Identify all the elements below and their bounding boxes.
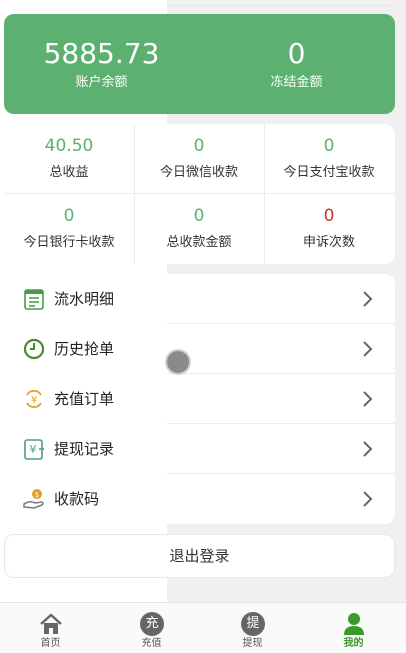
svg-text:¥: ¥ xyxy=(30,443,37,456)
menu-list: 流水明细 历史抢单 ¥ 充值订单 ¥ 提现记录 $ 收款码 xyxy=(4,274,395,524)
stat-label: 今日银行卡收款 xyxy=(23,235,115,250)
withdraw-record-icon: ¥ xyxy=(24,439,44,460)
stat-total-received: 0 总收款金额 xyxy=(134,194,264,264)
stat-label: 总收益 xyxy=(49,165,89,180)
stats-grid: 40.50 总收益 0 今日微信收款 0 今日支付宝收款 0 今日银行卡收款 0… xyxy=(4,124,395,264)
account-balance[interactable]: 5885.73 账户余额 xyxy=(4,36,199,92)
stat-value: 0 xyxy=(323,136,335,156)
top-divider xyxy=(167,5,395,6)
tab-label: 首页 xyxy=(40,638,61,649)
yuan-cycle-icon: ¥ xyxy=(26,389,42,409)
logout-button[interactable]: 退出登录 xyxy=(4,534,395,578)
balance-card: 5885.73 账户余额 0 冻结金额 xyxy=(4,14,395,114)
tab-home[interactable]: 首页 xyxy=(0,603,101,653)
chevron-right-icon xyxy=(363,391,373,407)
stat-value: 0 xyxy=(63,206,75,226)
menu-item-label: 提现记录 xyxy=(54,440,115,458)
stat-label: 总收款金额 xyxy=(166,235,232,250)
account-balance-value: 5885.73 xyxy=(43,37,160,70)
svg-text:¥: ¥ xyxy=(31,395,37,406)
bottom-tab-bar: 首页 充 充值 提 提现 我的 xyxy=(0,602,406,653)
floating-assistive-button[interactable] xyxy=(167,351,189,373)
tab-label: 提现 xyxy=(242,638,263,649)
frozen-amount[interactable]: 0 冻结金额 xyxy=(199,36,394,92)
chevron-right-icon xyxy=(363,291,373,307)
tab-recharge[interactable]: 充 充值 xyxy=(101,603,202,653)
menu-item-label: 充值订单 xyxy=(54,390,115,408)
chevron-right-icon xyxy=(363,441,373,457)
money-hand-icon: $ xyxy=(23,489,44,509)
ledger-icon xyxy=(24,289,44,310)
menu-item-label: 收款码 xyxy=(54,490,100,508)
frozen-amount-value: 0 xyxy=(287,37,306,70)
menu-item-payment-code[interactable]: $ 收款码 xyxy=(4,474,395,524)
user-icon xyxy=(344,613,364,635)
stat-today-alipay: 0 今日支付宝收款 xyxy=(264,124,394,194)
tab-label: 充值 xyxy=(141,638,162,649)
stat-value: 0 xyxy=(193,136,205,156)
stat-appeal-count: 0 申诉次数 xyxy=(264,194,394,264)
menu-item-recharge-orders[interactable]: ¥ 充值订单 xyxy=(4,374,395,424)
tab-mine[interactable]: 我的 xyxy=(303,603,404,653)
recharge-icon: 充 xyxy=(140,612,164,636)
account-balance-label: 账户余额 xyxy=(75,75,128,90)
stat-label: 申诉次数 xyxy=(302,235,355,250)
menu-item-history-orders[interactable]: 历史抢单 xyxy=(4,324,395,374)
stat-label: 今日支付宝收款 xyxy=(283,165,375,180)
stat-total-income: 40.50 总收益 xyxy=(4,124,134,194)
stat-today-wechat: 0 今日微信收款 xyxy=(134,124,264,194)
chevron-right-icon xyxy=(363,341,373,357)
svg-text:$: $ xyxy=(35,491,39,499)
clock-icon xyxy=(23,338,45,360)
menu-item-transactions[interactable]: 流水明细 xyxy=(4,274,395,324)
menu-item-label: 历史抢单 xyxy=(54,340,115,358)
stat-value: 0 xyxy=(193,206,205,226)
tab-withdraw[interactable]: 提 提现 xyxy=(202,603,303,653)
frozen-amount-label: 冻结金额 xyxy=(270,75,323,90)
stat-label: 今日微信收款 xyxy=(159,165,238,180)
home-icon xyxy=(40,613,62,634)
tab-label: 我的 xyxy=(343,638,364,649)
stat-today-bankcard: 0 今日银行卡收款 xyxy=(4,194,134,264)
menu-item-withdraw-records[interactable]: ¥ 提现记录 xyxy=(4,424,395,474)
chevron-right-icon xyxy=(363,491,373,507)
stat-value: 0 xyxy=(323,206,335,226)
menu-item-label: 流水明细 xyxy=(54,290,115,308)
withdraw-icon: 提 xyxy=(241,612,265,636)
stat-value: 40.50 xyxy=(44,136,94,156)
